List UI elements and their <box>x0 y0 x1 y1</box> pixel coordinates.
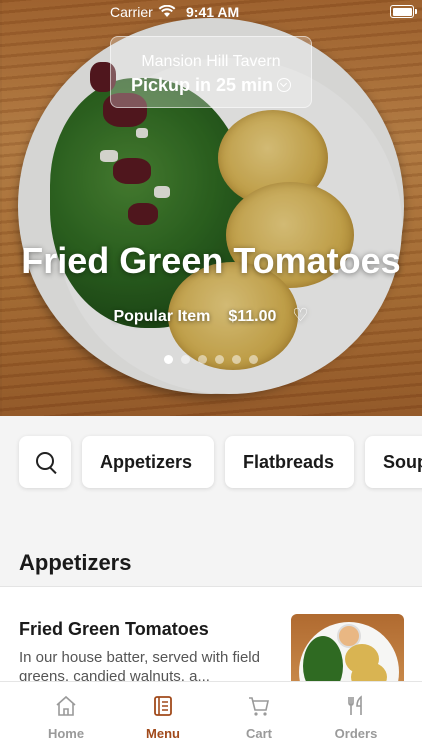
carrier-label: Carrier <box>110 4 153 20</box>
pickup-time: Pickup in 25 min <box>111 75 311 96</box>
search-icon <box>36 452 54 470</box>
carousel-dot[interactable] <box>198 355 207 364</box>
tab-label: Home <box>47 726 85 741</box>
carousel-dot[interactable] <box>164 355 173 364</box>
cart-icon <box>249 697 269 716</box>
status-bar: Carrier 9:41 AM <box>0 0 422 24</box>
category-bar: Appetizers Flatbreads Soups <box>0 416 422 510</box>
battery-icon <box>390 5 417 18</box>
menu-book-icon <box>154 696 172 716</box>
home-icon <box>56 695 76 716</box>
tab-orders[interactable]: Orders <box>306 682 406 751</box>
fork-knife-icon <box>348 695 362 715</box>
thumb-salad <box>303 636 343 687</box>
tab-label: Orders <box>334 726 378 741</box>
hero-item-title: Fried Green Tomatoes <box>21 240 401 281</box>
category-chip-appetizers[interactable]: Appetizers <box>82 436 214 488</box>
popular-item-tag: Popular Item <box>113 308 211 325</box>
category-chip-soups[interactable]: Soups <box>365 436 422 488</box>
wifi-icon <box>158 5 176 17</box>
heart-icon[interactable]: ♡ <box>292 305 308 325</box>
chevron-down-icon <box>277 78 292 93</box>
tab-cart[interactable]: Cart <box>209 682 309 751</box>
category-chip-flatbreads[interactable]: Flatbreads <box>225 436 354 488</box>
pickup-selector[interactable]: Mansion Hill Tavern Pickup in 25 min <box>110 36 312 108</box>
menu-item[interactable]: Fried Green Tomatoes In our house batter… <box>0 587 422 687</box>
carousel-dot[interactable] <box>215 355 224 364</box>
tab-menu[interactable]: Menu <box>113 682 213 751</box>
hero-item-price: $11.00 <box>228 308 277 325</box>
hero-item-meta: Popular Item $11.00 ♡ <box>0 305 422 326</box>
clock: 9:41 AM <box>186 4 240 20</box>
carousel-dot[interactable] <box>232 355 241 364</box>
section-title: Appetizers <box>19 550 132 575</box>
tab-label: Cart <box>245 726 272 741</box>
tab-home[interactable]: Home <box>16 682 116 751</box>
carousel-dot[interactable] <box>181 355 190 364</box>
menu-item-photo <box>291 614 404 687</box>
search-button[interactable] <box>19 436 71 488</box>
tab-label: Menu <box>146 726 180 741</box>
hero-banner[interactable]: Carrier 9:41 AM Mansion Hill Tavern Pick… <box>0 0 422 416</box>
menu-item-name: Fried Green Tomatoes <box>19 619 209 639</box>
tab-bar: Home Menu Cart Orders <box>0 681 422 751</box>
carousel-dot[interactable] <box>249 355 258 364</box>
carousel-dots[interactable] <box>0 351 422 369</box>
restaurant-name: Mansion Hill Tavern <box>141 53 281 70</box>
